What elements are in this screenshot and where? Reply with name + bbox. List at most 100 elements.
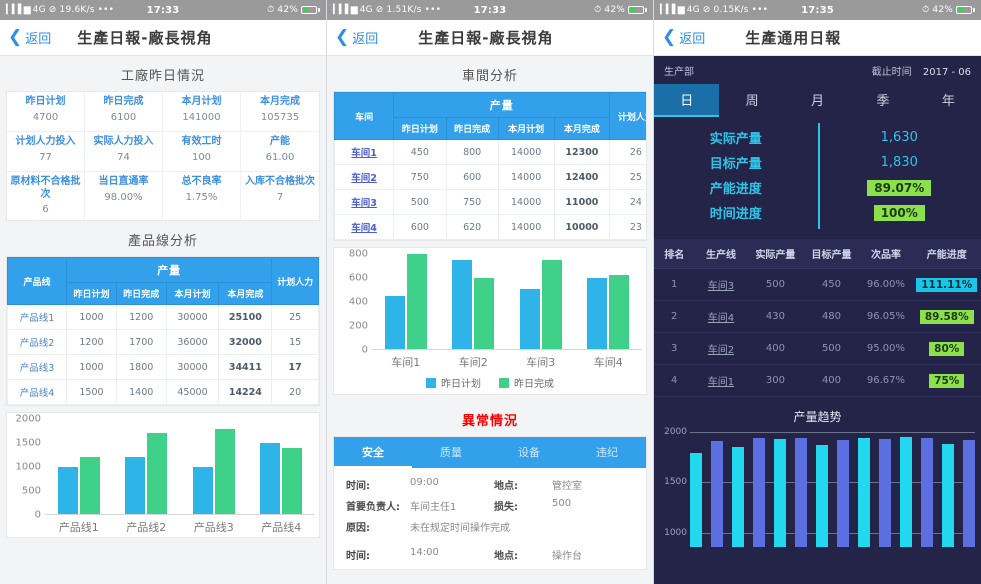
network-type: 4G [359, 5, 373, 15]
x-tick: 产品线1 [58, 521, 99, 534]
back-button-1[interactable]: ❮ 返回 [0, 28, 51, 48]
legend-swatch-plan [426, 377, 436, 388]
trend-bar [795, 437, 807, 547]
tab-quality[interactable]: 质量 [412, 437, 490, 468]
bar-group [452, 254, 495, 349]
cell-value: 750 [445, 189, 499, 215]
cell-value: 32000 [218, 329, 273, 355]
cell-line-link[interactable]: 车间2 [694, 332, 748, 365]
kpi-value: 98.00% [104, 191, 143, 203]
cell-value: 10000 [553, 214, 611, 240]
tab-day[interactable]: 日 [654, 84, 720, 117]
cell-workshop-link[interactable]: 车间2 [334, 164, 395, 190]
trend-bar [963, 440, 975, 547]
kpi-value: 77 [39, 151, 52, 163]
tab-week[interactable]: 周 [719, 84, 784, 117]
back-button-2[interactable]: ❮ 返回 [327, 28, 378, 48]
cell-rank: 3 [654, 332, 695, 365]
battery-percent: 42% [604, 5, 625, 15]
value-time: 14:00 [410, 547, 439, 558]
kpi-label: 原材料不合格批次 [10, 176, 81, 200]
cell-value: 600 [393, 214, 447, 240]
cell-value: 25 [609, 164, 646, 190]
cell-value: 500 [393, 189, 447, 215]
metric-value: 100% [873, 204, 925, 221]
kpi-label: 昨日计划 [25, 96, 66, 107]
kpi-value: 4700 [32, 111, 59, 123]
battery-icon [956, 6, 975, 14]
progress-badge: 89.58% [919, 309, 974, 324]
x-tick: 车间3 [526, 356, 556, 369]
bar-done [474, 277, 495, 349]
productline-table-wrap[interactable]: 产品线 产量 计划人力 昨日计划 昨日完成 本月计划 本月完成 产品线1 100… [6, 256, 320, 406]
cell-rank: 1 [654, 268, 695, 301]
bar-done [406, 254, 427, 349]
col-header-0: 昨日计划 [393, 117, 447, 140]
y-tick: 0 [34, 509, 41, 521]
network-type: 4G [32, 5, 46, 15]
signal-icon: ▎▍▌▆ [333, 5, 358, 15]
cell-progress-wrap: 80% [912, 332, 981, 365]
metric-row: 产能进度 89.07% [654, 175, 981, 200]
cell-line-link[interactable]: 车间1 [694, 364, 748, 397]
cell-target: 400 [803, 364, 860, 397]
speed-icon: ⊘ [48, 5, 57, 15]
x-tick: 产品线4 [261, 521, 302, 534]
tab-quarter[interactable]: 季 [850, 84, 915, 117]
metrics-block: 实际产量 1,630 目标产量 1,830 产能进度 89.07% 时间进度 1… [654, 117, 981, 235]
trend-bars [690, 427, 975, 547]
cell-workshop-link[interactable]: 车间3 [334, 189, 395, 215]
bar-done [609, 274, 630, 349]
phone-panel-3: ▎▍▌▆ 4G ⊘ 0.15K/s ••• 17:35 ⏱ 42% ❮ 返回 生… [654, 0, 981, 584]
trend-bar [816, 445, 828, 547]
chart-plot-area: 800 600 400 200 0 [338, 249, 642, 356]
detail-row: 时间: 09:00 地点: 管控室 [336, 474, 644, 495]
y-tick: 2000 [15, 413, 41, 425]
page-title-2: 生產日報-廠長視角 [418, 29, 554, 47]
kpi-cell: 实际人力投入 74 [85, 132, 163, 172]
tab-equipment[interactable]: 设备 [490, 437, 568, 468]
tab-year[interactable]: 年 [916, 84, 981, 117]
metric-label: 实际产量 [709, 132, 762, 147]
back-button-3[interactable]: ❮ 返回 [654, 28, 705, 48]
bar-plan [192, 466, 213, 514]
bar-group [57, 419, 100, 514]
status-clock: 17:33 [146, 4, 180, 16]
cell-value: 1800 [115, 354, 167, 380]
cell-value: 800 [445, 139, 499, 165]
bar-plan [519, 289, 540, 349]
table-row: 车间4 600 620 14000 10000 23 [334, 214, 646, 240]
cell-workshop-link[interactable]: 车间4 [334, 214, 395, 240]
col-header-manpower: 计划人力 [609, 92, 646, 140]
cell-workshop-link[interactable]: 车间1 [334, 139, 395, 165]
metric-label: 时间进度 [709, 207, 762, 222]
legend-swatch-done [499, 377, 509, 388]
cell-value: 12400 [553, 164, 611, 190]
kpi-cell: 昨日完成 6100 [85, 92, 163, 132]
cell-line-link[interactable]: 车间4 [694, 300, 748, 333]
abnormal-detail: 时间: 09:00 地点: 管控室 首要负责人: 车间主任1 损失: 500 原… [334, 468, 646, 569]
workshop-table-wrap[interactable]: 车间 产量 计划人力 实 昨日计划 昨日完成 本月计划 本月完成 车间1 450… [333, 91, 647, 241]
cell-value: 23 [609, 214, 646, 240]
network-type: 4G [686, 5, 700, 15]
cell-actual: 430 [747, 300, 804, 333]
x-tick: 车间2 [458, 356, 488, 369]
factory-kpi-card: 昨日计划 4700 昨日完成 6100 本月计划 141000 本月完成 105… [6, 91, 320, 221]
cell-target: 450 [803, 268, 860, 301]
kpi-cell: 产能 61.00 [241, 132, 319, 172]
cell-value: 45000 [165, 379, 220, 405]
y-tick: 800 [348, 248, 368, 260]
bar-done [147, 433, 168, 514]
ellipsis-icon: ••• [424, 5, 442, 15]
bar-plan [384, 295, 405, 349]
cell-line-link[interactable]: 车间3 [694, 268, 748, 301]
cell-value: 25100 [218, 304, 273, 330]
trend-bar [837, 440, 849, 547]
tab-discipline[interactable]: 违纪 [568, 437, 646, 468]
cell-actual: 300 [747, 364, 804, 397]
kpi-label: 产能 [270, 136, 290, 147]
col-header-2: 本月计划 [165, 282, 220, 305]
tab-safety[interactable]: 安全 [334, 437, 412, 468]
value-place: 操作台 [552, 551, 582, 562]
tab-month[interactable]: 月 [785, 84, 850, 117]
